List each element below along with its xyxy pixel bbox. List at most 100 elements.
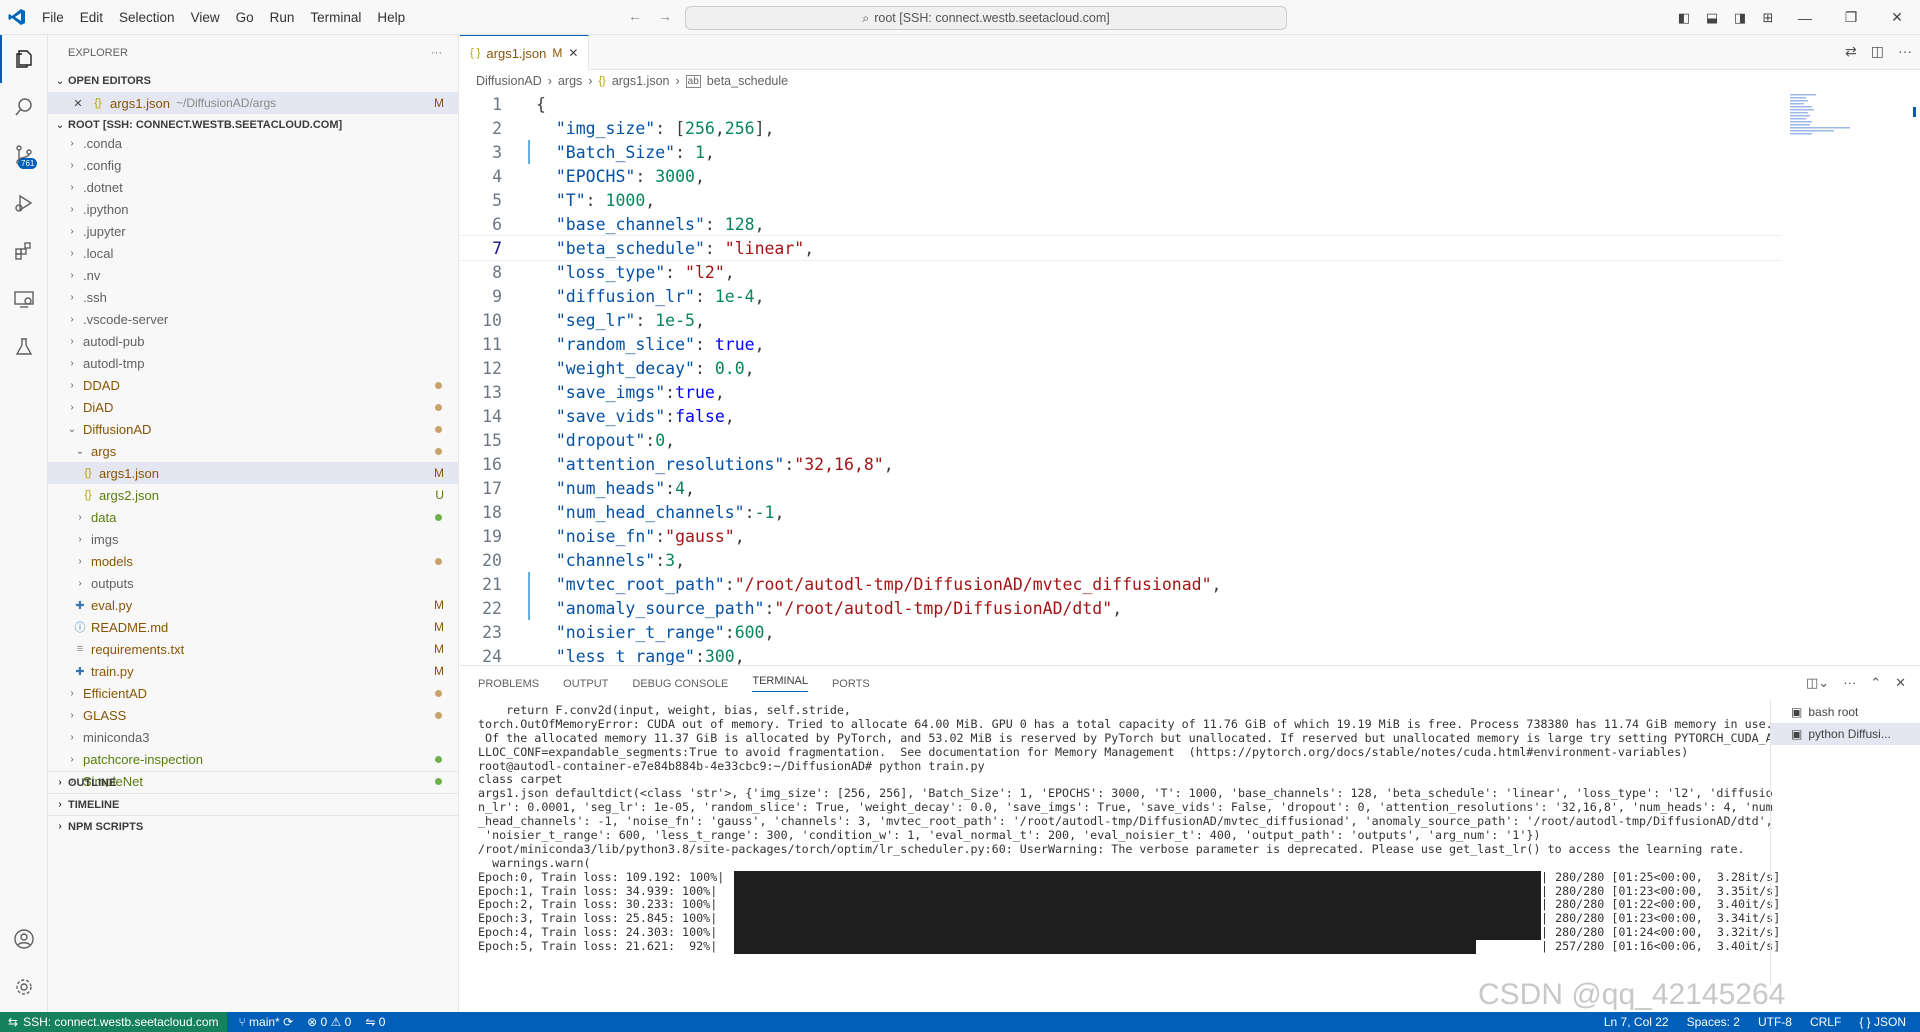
- minimize-icon[interactable]: —: [1782, 10, 1828, 26]
- explorer-icon[interactable]: [0, 35, 48, 83]
- code-line[interactable]: 3 "Batch_Size": 1,: [460, 140, 1780, 164]
- tree-item[interactable]: › .conda: [48, 132, 458, 154]
- toggle-secondary-sidebar-icon[interactable]: ◨: [1726, 10, 1754, 26]
- tree-item[interactable]: ✚ train.py M: [48, 660, 458, 682]
- breadcrumb-item[interactable]: beta_schedule: [707, 74, 788, 88]
- tree-item[interactable]: {} args2.json U: [48, 484, 458, 506]
- code-line[interactable]: 18 "num_head_channels": -1,: [460, 500, 1780, 524]
- split-editor-icon[interactable]: ◫: [1871, 43, 1884, 60]
- tree-item[interactable]: › DDAD: [48, 374, 458, 396]
- customize-layout-icon[interactable]: ⊞: [1754, 10, 1782, 26]
- menu-go[interactable]: Go: [228, 10, 262, 25]
- breadcrumb-item[interactable]: args1.json: [612, 74, 670, 88]
- tree-item[interactable]: › data: [48, 506, 458, 528]
- testing-icon[interactable]: [0, 323, 48, 371]
- code-line[interactable]: 23 "noisier_t_range":600,: [460, 620, 1780, 644]
- tree-item[interactable]: › GLASS: [48, 704, 458, 726]
- code-line[interactable]: 15 "dropout":0,: [460, 428, 1780, 452]
- tree-item[interactable]: › .jupyter: [48, 220, 458, 242]
- code-line[interactable]: 16 "attention_resolutions": "32,16,8",: [460, 452, 1780, 476]
- tree-item[interactable]: ✚ eval.py M: [48, 594, 458, 616]
- more-actions-icon[interactable]: ···: [1843, 675, 1856, 691]
- run-debug-icon[interactable]: [0, 179, 48, 227]
- code-line[interactable]: 14 "save_vids": false,: [460, 404, 1780, 428]
- code-line[interactable]: 6 "base_channels": 128,: [460, 212, 1780, 236]
- tree-item[interactable]: ⌄ DiffusionAD: [48, 418, 458, 440]
- restore-icon[interactable]: ❐: [1828, 9, 1874, 26]
- code-line[interactable]: 21 "mvtec_root_path": "/root/autodl-tmp/D…: [460, 572, 1780, 596]
- code-line[interactable]: 22 "anomaly_source_path": "/root/autodl-t…: [460, 596, 1780, 620]
- tree-item[interactable]: › .local: [48, 242, 458, 264]
- npm-scripts-section[interactable]: › NPM SCRIPTS: [48, 815, 459, 837]
- manage-gear-icon[interactable]: [0, 963, 48, 1011]
- code-line[interactable]: 13 "save_imgs": true,: [460, 380, 1780, 404]
- tree-item[interactable]: › autodl-tmp: [48, 352, 458, 374]
- new-terminal-split-icon[interactable]: ◫⌄: [1806, 675, 1829, 691]
- menu-view[interactable]: View: [183, 10, 228, 25]
- more-actions-icon[interactable]: ···: [1898, 43, 1912, 60]
- accounts-icon[interactable]: [0, 915, 48, 963]
- menu-terminal[interactable]: Terminal: [302, 10, 369, 25]
- menu-run[interactable]: Run: [262, 10, 303, 25]
- code-line[interactable]: 5 "T": 1000,: [460, 188, 1780, 212]
- outline-section[interactable]: › OUTLINE: [48, 771, 459, 793]
- menu-help[interactable]: Help: [369, 10, 413, 25]
- tree-item[interactable]: › EfficientAD: [48, 682, 458, 704]
- command-center[interactable]: ⌕ root [SSH: connect.westb.seetacloud.co…: [685, 6, 1287, 30]
- menu-selection[interactable]: Selection: [111, 10, 183, 25]
- code-editor[interactable]: 1{2 "img_size": [256, 256], 3 "Batch_Size"…: [460, 92, 1780, 665]
- tree-item[interactable]: › .nv: [48, 264, 458, 286]
- language-mode[interactable]: { } JSON: [1859, 1015, 1906, 1029]
- close-icon[interactable]: ✕: [70, 97, 86, 110]
- remote-explorer-icon[interactable]: [0, 275, 48, 323]
- open-changes-icon[interactable]: ⇄: [1845, 43, 1857, 60]
- cursor-position[interactable]: Ln 7, Col 22: [1604, 1015, 1669, 1029]
- tree-item[interactable]: › .ipython: [48, 198, 458, 220]
- branch-status[interactable]: ⑂ main* ⟳: [239, 1015, 294, 1029]
- toggle-sidebar-icon[interactable]: ◧: [1670, 10, 1698, 26]
- tree-item[interactable]: › .config: [48, 154, 458, 176]
- maximize-panel-icon[interactable]: ⌃: [1870, 675, 1881, 691]
- tree-item[interactable]: › patchcore-inspection: [48, 748, 458, 770]
- remote-indicator[interactable]: ⇆ SSH: connect.westb.seetacloud.com: [0, 1012, 227, 1032]
- code-line[interactable]: 17 "num_heads":4,: [460, 476, 1780, 500]
- close-panel-icon[interactable]: ✕: [1895, 675, 1906, 691]
- code-line[interactable]: 9 "diffusion_lr": 1e-4,: [460, 284, 1780, 308]
- code-line[interactable]: 24 "less_t_range":300,: [460, 644, 1780, 666]
- tree-item[interactable]: › autodl-pub: [48, 330, 458, 352]
- source-control-icon[interactable]: 761: [0, 131, 48, 179]
- indentation[interactable]: Spaces: 2: [1687, 1015, 1740, 1029]
- timeline-section[interactable]: › TIMELINE: [48, 793, 459, 815]
- tree-item[interactable]: ⌄ args: [48, 440, 458, 462]
- tree-item[interactable]: {} args1.json M: [48, 462, 458, 484]
- menu-edit[interactable]: Edit: [72, 10, 111, 25]
- extensions-icon[interactable]: [0, 227, 48, 275]
- tab-output[interactable]: OUTPUT: [563, 678, 608, 690]
- code-line[interactable]: 19 "noise_fn": "gauss",: [460, 524, 1780, 548]
- tree-item[interactable]: › .ssh: [48, 286, 458, 308]
- breadcrumb-item[interactable]: args: [558, 74, 582, 88]
- code-line[interactable]: 10 "seg_lr": 1e-5,: [460, 308, 1780, 332]
- tree-item[interactable]: › .dotnet: [48, 176, 458, 198]
- search-activity-icon[interactable]: [0, 83, 48, 131]
- breadcrumb-item[interactable]: DiffusionAD: [476, 74, 542, 88]
- code-line[interactable]: 7 "beta_schedule": "linear",: [460, 235, 1780, 261]
- close-tab-icon[interactable]: ✕: [568, 46, 578, 60]
- tree-item[interactable]: › imgs: [48, 528, 458, 550]
- minimap[interactable]: [1780, 92, 1920, 665]
- tree-item[interactable]: › DiAD: [48, 396, 458, 418]
- open-editors-section[interactable]: ⌄ OPEN EDITORS: [48, 70, 458, 92]
- editor-tab-args1[interactable]: { } args1.json M ✕: [460, 35, 590, 70]
- open-editor-item[interactable]: ✕ {} args1.json ~/DiffusionAD/args M: [48, 92, 458, 114]
- terminal-output[interactable]: return F.conv2d(input, weight, bias, sel…: [478, 704, 1786, 1004]
- code-line[interactable]: 11 "random_slice": true,: [460, 332, 1780, 356]
- terminal-item-bash[interactable]: ▣ bash root: [1771, 701, 1920, 723]
- more-actions-icon[interactable]: ···: [431, 47, 442, 59]
- encoding[interactable]: UTF-8: [1758, 1015, 1792, 1029]
- tree-item[interactable]: › miniconda3: [48, 726, 458, 748]
- code-line[interactable]: 1{: [460, 92, 1780, 116]
- tab-ports[interactable]: PORTS: [832, 678, 870, 690]
- ports-status[interactable]: ⇋ 0: [365, 1015, 385, 1029]
- code-line[interactable]: 8 "loss_type": "l2",: [460, 260, 1780, 284]
- problems-status[interactable]: ⊗ 0 ⚠ 0: [307, 1015, 351, 1029]
